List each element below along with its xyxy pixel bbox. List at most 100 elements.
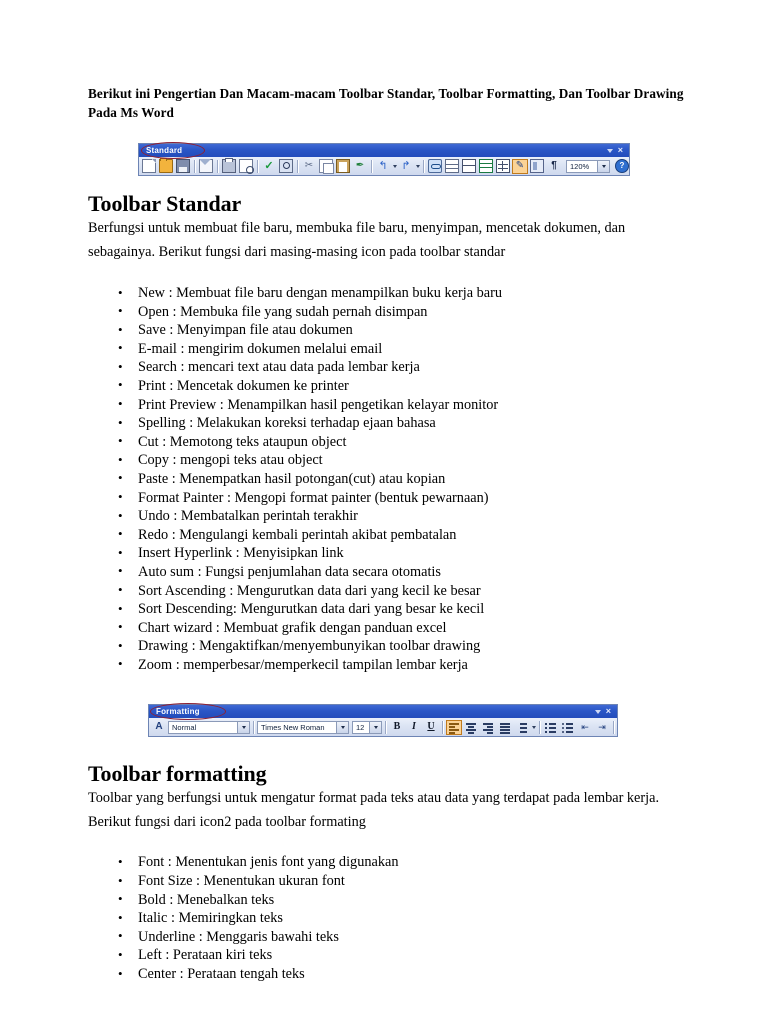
standar-function-list: New : Membuat file baru dengan menampilk… [88,284,688,674]
cut-icon[interactable]: ✂ [301,159,317,174]
toolbar-options-chevron-icon[interactable] [606,148,613,153]
font-size-combo[interactable]: 12 [352,720,382,734]
section-heading-standar: Toolbar Standar [88,191,242,216]
section-paragraph-standar: Berfungsi untuk membuat file baru, membu… [88,220,626,260]
separator [297,159,298,173]
print-preview-icon[interactable] [238,159,254,174]
undo-dropdown-chevron-icon[interactable] [393,164,397,168]
list-item: Underline : Menggaris bawahi teks [88,927,688,947]
document-content: Berikut ini Pengertian Dan Macam-macam T… [88,84,688,984]
toolbar-options-chevron-icon[interactable] [594,709,601,714]
list-item: Sort Ascending : Mengurutkan data dari y… [88,581,688,601]
line-spacing-icon[interactable] [514,720,530,735]
list-item: Font Size : Menentukan ukuran font [88,872,688,891]
list-item: Redo : Mengulangi kembali perintah akiba… [88,525,688,545]
formatting-toolbar: Formatting × A Normal Times New Roman 12… [148,704,618,738]
columns-icon[interactable] [495,159,511,174]
formatting-toolbar-title: Formatting [156,707,200,717]
list-item: Bold : Menebalkan teks [88,890,688,910]
print-icon[interactable] [221,158,237,174]
permission-icon[interactable] [198,159,214,174]
list-item: Sort Descending: Mengurutkan data dari y… [88,600,688,619]
tables-and-borders-icon[interactable] [444,159,460,174]
increase-indent-icon[interactable]: ⇥ [594,720,610,735]
list-item: Zoom : memperbesar/memperkecil tampilan … [88,655,688,675]
formatting-toolbar-buttons: A Normal Times New Roman 12 B I U ⇤ ⇥ [149,718,617,737]
align-center-icon[interactable] [463,720,479,735]
paste-icon[interactable] [335,159,351,174]
align-left-icon[interactable] [446,719,462,735]
show-formatting-marks-icon[interactable]: ¶ [546,159,562,174]
separator [253,720,254,734]
undo-icon[interactable]: ↰ [375,159,391,174]
new-icon[interactable] [141,159,157,174]
font-combo[interactable]: Times New Roman [257,720,349,734]
page-title: Berikut ini Pengertian Dan Macam-macam T… [88,86,684,120]
list-item: Search : mencari text atau data pada lem… [88,358,688,377]
list-item: Spelling : Melakukan koreksi terhadap ej… [88,414,688,433]
redo-dropdown-chevron-icon[interactable] [416,164,420,168]
font-value: Times New Roman [261,722,325,732]
research-icon[interactable] [278,159,294,174]
redo-icon[interactable]: ↰ [398,159,414,174]
titlebar-controls: × [594,707,614,716]
standard-toolbar-title: Standard [146,146,183,155]
section-paragraph-formatting: Toolbar yang berfungsi untuk mengatur fo… [88,790,660,830]
font-dropdown-chevron-icon[interactable] [336,721,348,733]
help-icon[interactable]: ? [614,159,629,174]
zoom-combo[interactable]: 120% [566,159,610,173]
list-item: Left : Perataan kiri teks [88,946,688,965]
list-item: Chart wizard : Membuat grafik dengan pan… [88,618,688,638]
separator [442,720,443,734]
decrease-indent-icon[interactable]: ⇤ [577,720,593,735]
style-dropdown-chevron-icon[interactable] [237,721,249,733]
titlebar-controls: × [606,146,626,155]
separator [423,159,424,173]
numbering-icon[interactable] [543,720,559,735]
standard-toolbar-buttons: ✓ ✂ ✒ ↰ ↰ ✎ ¶ 120% ? [139,157,629,175]
font-size-value: 12 [356,722,365,732]
spelling-icon[interactable]: ✓ [261,159,277,174]
list-item: Paste : Menempatkan hasil potongan(cut) … [88,469,688,489]
list-item: Drawing : Mengaktifkan/menyembunyikan to… [88,637,688,656]
align-right-icon[interactable] [480,720,496,735]
style-value: Normal [172,722,197,732]
list-item: Italic : Memiringkan teks [88,909,688,928]
formatting-toolbar-figure: Formatting × A Normal Times New Roman 12… [148,703,688,738]
bullets-icon[interactable] [560,720,576,735]
line-spacing-dropdown-chevron-icon[interactable] [532,725,536,729]
bold-glyph: B [393,721,401,733]
drawing-icon[interactable]: ✎ [512,158,528,174]
insert-excel-worksheet-icon[interactable] [478,159,494,174]
open-icon[interactable] [158,158,174,174]
italic-glyph: I [412,721,416,733]
justify-icon[interactable] [497,720,513,735]
font-size-dropdown-chevron-icon[interactable] [369,721,381,733]
list-item: Save : Menyimpan file atau dokumen [88,321,688,340]
list-item: Center : Perataan tengah teks [88,965,688,984]
styles-and-formatting-icon[interactable]: A [151,720,167,735]
section-heading-formatting: Toolbar formatting [88,761,267,787]
separator [385,720,386,734]
document-map-icon[interactable] [529,159,545,174]
list-item: Undo : Membatalkan perintah terakhir [88,507,688,526]
insert-hyperlink-icon[interactable] [427,159,443,174]
format-painter-icon[interactable]: ✒ [352,159,368,174]
style-combo[interactable]: Normal [168,720,250,734]
list-item: E-mail : mengirim dokumen melalui email [88,339,688,359]
copy-icon[interactable] [318,159,334,174]
insert-table-icon[interactable] [461,159,477,174]
close-icon[interactable]: × [606,707,611,716]
save-icon[interactable] [175,159,191,174]
underline-icon[interactable]: U [423,720,439,735]
bold-icon[interactable]: B [389,720,405,735]
close-icon[interactable]: × [618,146,623,155]
list-item: Font : Menentukan jenis font yang diguna… [88,853,688,872]
italic-icon[interactable]: I [406,720,422,735]
zoom-dropdown-chevron-icon[interactable] [597,160,609,172]
zoom-value: 120% [570,161,590,171]
